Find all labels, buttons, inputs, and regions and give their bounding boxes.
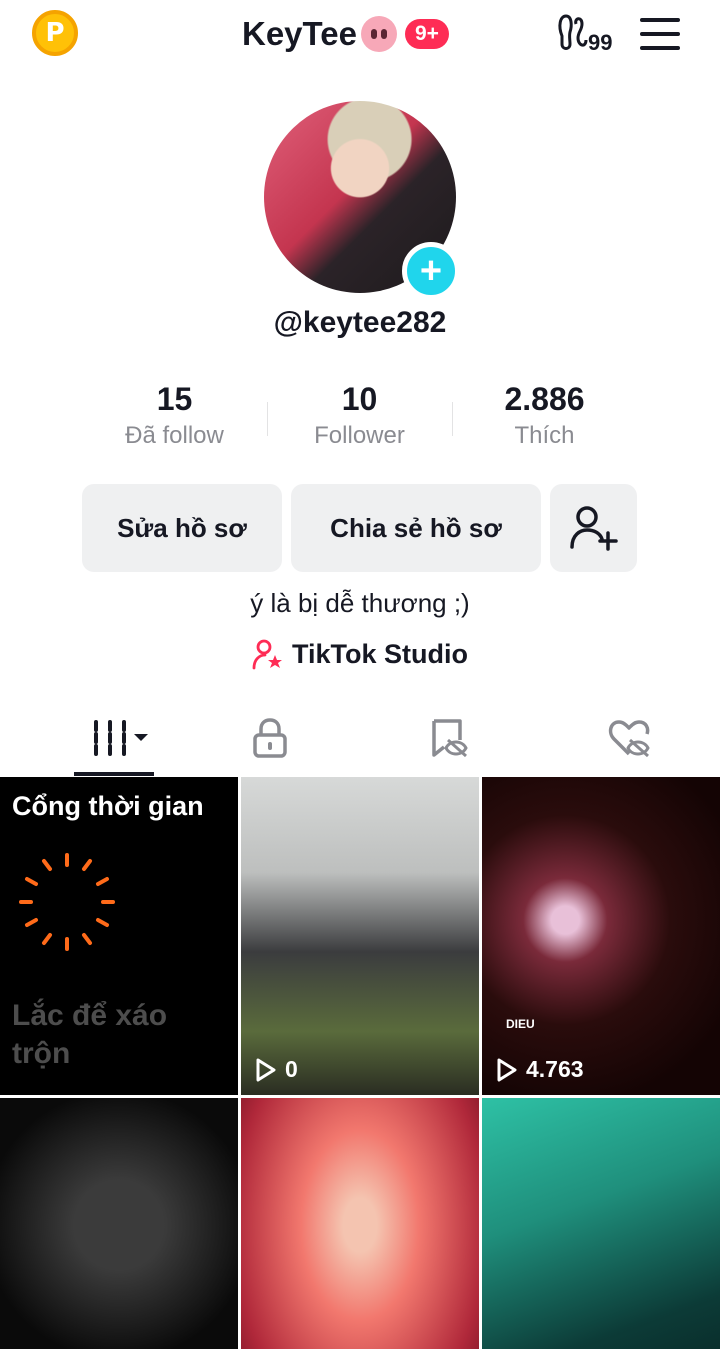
menu-icon[interactable]	[640, 18, 680, 50]
stat-label: Thích	[514, 422, 575, 449]
stats-row: 15 Đã follow 10 Follower 2.886 Thích	[82, 380, 638, 460]
view-count: 0	[255, 1056, 298, 1083]
bookmark-hidden-icon	[432, 719, 468, 758]
view-count-value: 0	[285, 1056, 298, 1082]
view-count: 4.763	[496, 1056, 584, 1083]
tab-saved[interactable]	[360, 700, 540, 776]
tab-private[interactable]	[180, 700, 360, 776]
stat-label: Follower	[314, 422, 405, 449]
content-tabs	[0, 700, 720, 776]
tiktok-studio-link[interactable]: TikTok Studio	[0, 638, 720, 670]
bio-text: ý là bị dễ thương ;)	[250, 588, 470, 618]
stat-following[interactable]: 15 Đã follow	[82, 380, 267, 460]
footprint-icon[interactable]: 99	[556, 14, 618, 54]
stat-likes[interactable]: 2.886 Thích	[452, 380, 637, 460]
coin-icon[interactable]: P	[32, 10, 78, 56]
tab-liked[interactable]	[540, 700, 720, 776]
footprint-count: 99	[588, 30, 612, 54]
timeline-card[interactable]: Cổng thời gian Lắc để xáo trộn	[0, 777, 238, 1095]
share-profile-button[interactable]: Chia sẻ hồ sơ	[291, 484, 541, 572]
timeline-subtitle: Lắc để xáo trộn	[12, 999, 168, 1070]
video-overlay-text: DIEU	[506, 1017, 535, 1031]
lock-icon	[253, 718, 287, 758]
add-user-icon	[569, 506, 618, 551]
tab-videos[interactable]	[0, 700, 180, 776]
timeline-title: Cổng thời gian	[12, 791, 204, 821]
username: @keytee282	[273, 306, 447, 339]
video-thumbnail[interactable]	[482, 1098, 720, 1349]
stat-followers[interactable]: 10 Follower	[267, 380, 452, 460]
video-thumbnail[interactable]	[241, 1098, 479, 1349]
creator-star-icon	[252, 639, 282, 670]
edit-profile-button[interactable]: Sửa hồ sơ	[82, 484, 282, 572]
stat-label: Đã follow	[125, 422, 224, 449]
studio-label: TikTok Studio	[291, 638, 468, 669]
heart-hidden-icon	[608, 720, 650, 758]
account-switcher[interactable]: KeyTee 9+	[242, 12, 449, 56]
stat-value: 10	[341, 381, 378, 417]
loading-spinner-icon	[19, 853, 115, 951]
play-icon	[497, 1058, 517, 1081]
pig-nose-icon	[360, 16, 397, 52]
coin-label: P	[45, 18, 65, 48]
top-bar: P KeyTee 9+ 99	[0, 0, 720, 70]
view-count-value: 4.763	[526, 1056, 584, 1082]
stat-value: 2.886	[504, 381, 585, 417]
video-thumbnail[interactable]: 0	[241, 777, 479, 1095]
account-title: KeyTee	[242, 15, 357, 52]
video-thumbnail[interactable]	[0, 1098, 238, 1349]
add-story-icon[interactable]: +	[402, 242, 460, 300]
notification-badge: 9+	[404, 19, 449, 49]
play-icon	[256, 1058, 276, 1081]
add-friend-button[interactable]	[550, 484, 637, 572]
stat-value: 15	[156, 381, 193, 417]
grid-icon	[94, 720, 148, 756]
video-thumbnail[interactable]: DIEU 4.763	[482, 777, 720, 1095]
